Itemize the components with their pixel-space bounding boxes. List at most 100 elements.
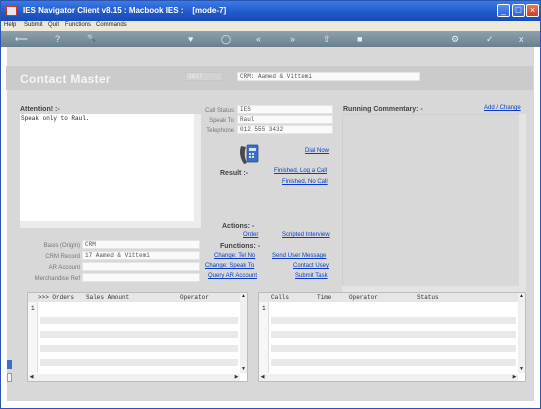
ar-account-field[interactable] xyxy=(82,262,200,271)
back-icon[interactable]: ⟵ xyxy=(15,33,28,45)
page-title: Contact Master xyxy=(20,72,111,86)
orders-row-number: 1 xyxy=(31,305,35,312)
scroll-right-icon[interactable]: ▶ xyxy=(511,374,518,381)
basis-label: Basis (Origin) xyxy=(43,243,80,249)
merchandise-ref-label: Merchandise Ref xyxy=(34,276,80,282)
app-icon xyxy=(6,6,17,16)
menu-submit[interactable]: Submit xyxy=(24,22,43,28)
table-row[interactable] xyxy=(40,345,238,352)
commentary-vscroll[interactable] xyxy=(519,114,526,294)
crm-record-label: CRM Record xyxy=(45,254,80,260)
ar-account-label: AR Account xyxy=(48,265,80,271)
scroll-left-icon[interactable]: ◀ xyxy=(259,374,266,381)
menu-quit[interactable]: Quit xyxy=(48,22,59,28)
help-icon[interactable]: ? xyxy=(55,33,60,45)
calls-grid-header: Calls Time Operator Status xyxy=(259,293,525,302)
refresh-icon[interactable]: ◯ xyxy=(221,33,231,45)
basis-field[interactable]: CRM xyxy=(82,240,200,249)
crm-header-field: CRM: Aamed & Vittemi xyxy=(237,72,420,81)
column-calls[interactable]: Calls xyxy=(271,294,289,301)
speak-to-label: Speak To xyxy=(209,118,234,124)
finished-log-call-link[interactable]: Finished, Log a Call xyxy=(274,168,327,174)
column-time[interactable]: Time xyxy=(317,294,331,301)
stop-icon[interactable]: ■ xyxy=(357,33,362,45)
query-ar-account-link[interactable]: Query AR Account xyxy=(208,273,257,279)
side-tab-indicator[interactable] xyxy=(7,360,12,369)
speak-to-field[interactable]: Raul xyxy=(237,115,333,124)
previous-icon[interactable]: « xyxy=(256,33,261,45)
orders-vscroll[interactable]: ▲ ▼ xyxy=(240,293,247,373)
calls-vscroll[interactable]: ▲ ▼ xyxy=(518,293,525,373)
contact-id-field: 3017 xyxy=(185,72,223,81)
actions-label: Actions: - xyxy=(222,223,255,230)
orders-grid[interactable]: >>> Orders Sales Amount Operator 1 ▲ ▼ ◀… xyxy=(27,292,248,382)
add-change-link[interactable]: Add / Change xyxy=(484,105,521,111)
table-row[interactable] xyxy=(271,331,516,338)
orders-hscroll[interactable]: ◀ ▶ xyxy=(28,374,240,381)
call-status-label: Call Status xyxy=(204,108,234,114)
table-row[interactable] xyxy=(271,317,516,324)
crm-record-field[interactable]: 17 Aamed & Vittemi xyxy=(82,251,200,260)
table-row[interactable] xyxy=(271,359,516,366)
scroll-up-icon[interactable]: ▲ xyxy=(240,293,247,300)
close-form-icon[interactable]: x xyxy=(519,33,524,45)
order-link[interactable]: Order xyxy=(243,232,258,238)
menu-functions[interactable]: Functions xyxy=(65,22,91,28)
close-button[interactable]: × xyxy=(526,4,539,17)
change-speak-to-link[interactable]: Change: Speak To xyxy=(205,263,254,269)
finished-no-call-link[interactable]: Finished, No Call xyxy=(282,179,328,185)
scroll-down-icon[interactable]: ▼ xyxy=(518,366,525,373)
favorite-icon[interactable]: ♥ xyxy=(188,33,193,45)
menu-bar: Help Submit Quit Functions Commands xyxy=(1,21,540,31)
calls-hscroll[interactable]: ◀ ▶ xyxy=(259,374,518,381)
column-sales-amount[interactable]: Sales Amount xyxy=(86,294,129,301)
contact-user-link[interactable]: Contact Usey xyxy=(293,263,329,269)
commentary-panel[interactable] xyxy=(342,114,526,294)
menu-help[interactable]: Help xyxy=(4,22,16,28)
settings-icon[interactable]: ⚙ xyxy=(451,33,459,45)
scroll-up-icon[interactable]: ▲ xyxy=(518,293,525,300)
scroll-left-icon[interactable]: ◀ xyxy=(28,374,35,381)
column-operator[interactable]: Operator xyxy=(349,294,378,301)
next-icon[interactable]: » xyxy=(290,33,295,45)
change-tel-no-link[interactable]: Change: Tel No xyxy=(214,253,255,259)
result-label: Result :- xyxy=(220,170,248,177)
maximize-button[interactable]: □ xyxy=(512,4,525,17)
title-bar[interactable]: IES Navigator Client v8.15 : Macbook IES… xyxy=(1,1,540,21)
minimize-button[interactable]: _ xyxy=(497,4,510,17)
side-tab-indicator[interactable] xyxy=(7,373,12,382)
telephone-field[interactable]: 012 555 3432 xyxy=(237,125,333,134)
search-icon[interactable]: 🔍 xyxy=(87,33,96,45)
scroll-right-icon[interactable]: ▶ xyxy=(233,374,240,381)
column-operator[interactable]: Operator xyxy=(180,294,209,301)
telephone-icon[interactable] xyxy=(238,142,260,166)
merchandise-ref-field[interactable] xyxy=(82,273,200,282)
menu-commands[interactable]: Commands xyxy=(96,22,127,28)
attention-panel[interactable]: Speak only to Raul. xyxy=(20,114,201,228)
scroll-down-icon[interactable]: ▼ xyxy=(240,366,247,373)
submit-task-link[interactable]: Submit Task xyxy=(295,273,328,279)
confirm-icon[interactable]: ✓ xyxy=(486,33,494,45)
upload-icon[interactable]: ⇧ xyxy=(323,33,331,45)
table-row[interactable] xyxy=(40,331,238,338)
attention-hscroll[interactable] xyxy=(20,221,194,228)
column-orders[interactable]: >>> Orders xyxy=(38,294,74,301)
attention-text: Speak only to Raul. xyxy=(21,115,90,122)
table-row[interactable] xyxy=(271,345,516,352)
commentary-label: Running Commentary: - xyxy=(343,106,423,113)
table-row[interactable] xyxy=(40,317,238,324)
table-row[interactable] xyxy=(40,359,238,366)
call-status-field[interactable]: IES xyxy=(237,105,333,114)
send-user-message-link[interactable]: Send User Message xyxy=(272,253,326,259)
calls-grid[interactable]: Calls Time Operator Status 1 ▲ ▼ ◀ ▶ xyxy=(258,292,526,382)
window-title: IES Navigator Client v8.15 : Macbook IES… xyxy=(23,6,227,15)
scripted-interview-link[interactable]: Scripted Interview xyxy=(282,232,330,238)
functions-label: Functions: - xyxy=(220,243,261,250)
telephone-label: Telephone xyxy=(206,128,234,134)
calls-row-gutter xyxy=(259,302,269,373)
toolbar: ⟵ ? 🔍 ♥ ◯ « » ⇧ ■ ⚙ ✓ x xyxy=(1,31,540,47)
dial-now-link[interactable]: Dial Now xyxy=(305,148,329,154)
calls-row-number: 1 xyxy=(262,305,266,312)
column-status[interactable]: Status xyxy=(417,294,439,301)
attention-label: Attention! :- xyxy=(20,106,60,113)
